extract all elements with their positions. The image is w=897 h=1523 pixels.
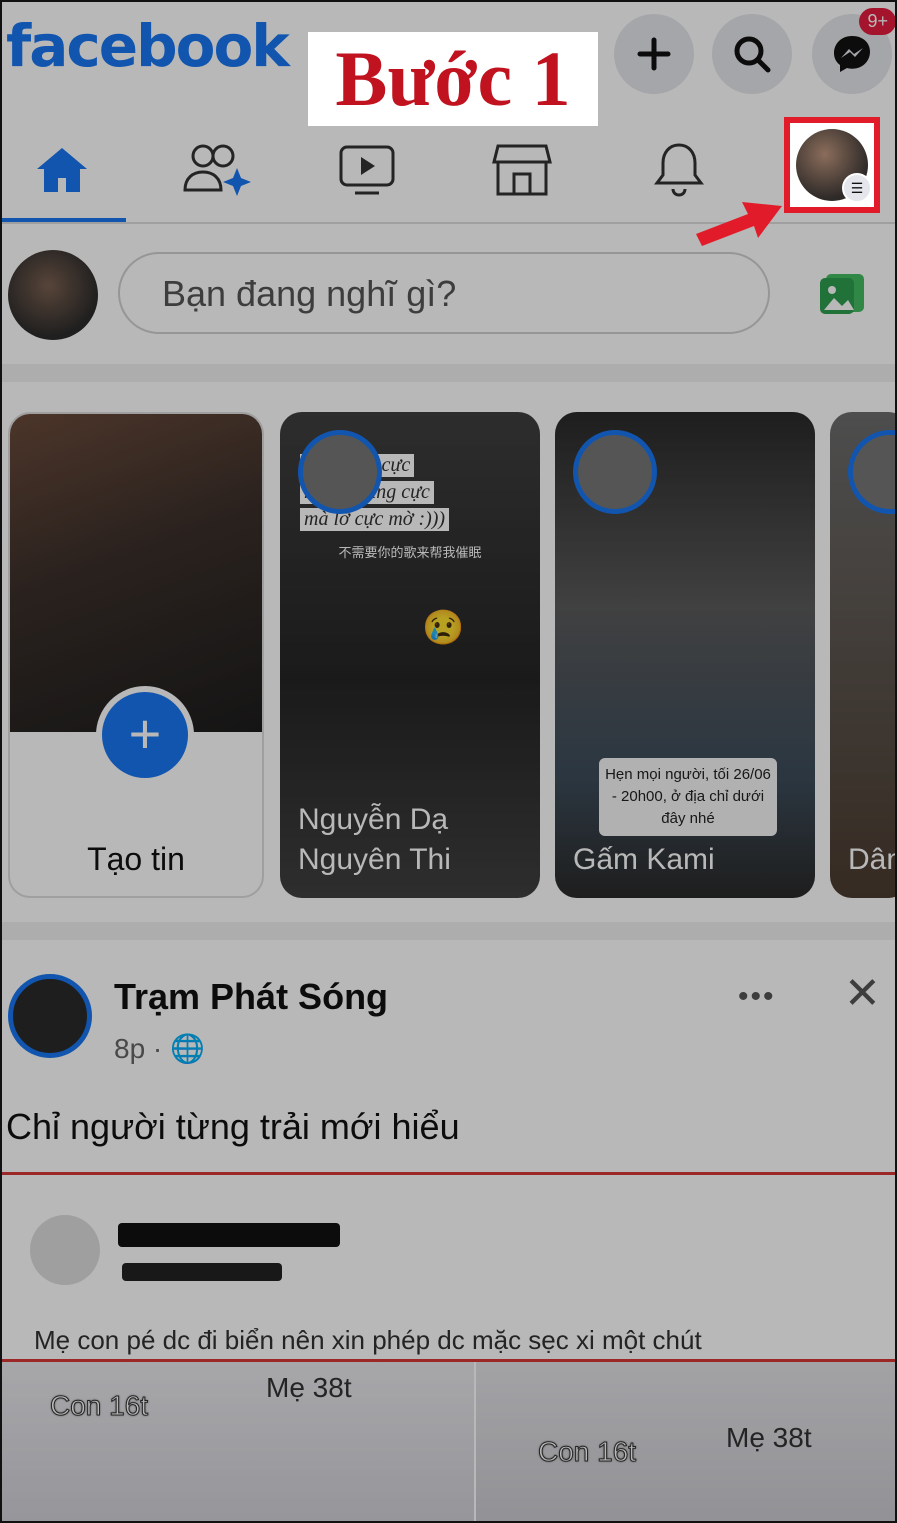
shared-author-avatar xyxy=(30,1215,100,1285)
step-label: Bước 1 xyxy=(308,32,598,126)
post-text: Chỉ người từng trải mới hiểu xyxy=(6,1106,460,1147)
tab-home[interactable] xyxy=(2,130,122,210)
redacted-meta xyxy=(122,1263,282,1281)
feed-post: Trạm Phát Sóng 8p · 🌐 ••• ✕ Chỉ người từ… xyxy=(2,940,895,1521)
create-button[interactable] xyxy=(614,14,694,94)
more-options-icon[interactable]: ••• xyxy=(738,980,776,1014)
image-tag: Con 16t xyxy=(537,1436,637,1468)
shared-post[interactable]: Mẹ con pé dc đi biển nên xin phép dc mặc… xyxy=(2,1172,895,1362)
marketplace-icon xyxy=(492,144,552,196)
redacted-name xyxy=(118,1223,340,1247)
post-image-left[interactable]: Con 16t Mẹ 38t xyxy=(2,1362,474,1521)
tab-watch[interactable] xyxy=(307,130,427,210)
story-avatar-ring xyxy=(298,430,382,514)
add-story-icon[interactable]: + xyxy=(96,686,194,784)
story-card[interactable]: Hẹn mọi người, tối 26/06 - 20h00, ở địa … xyxy=(555,412,815,898)
search-icon xyxy=(734,36,771,73)
annotation-arrow-icon xyxy=(696,202,782,246)
post-meta: 8p · 🌐 xyxy=(114,1032,205,1065)
bell-icon xyxy=(654,143,704,197)
post-image-right[interactable]: Con 16t Mẹ 38t xyxy=(476,1362,895,1521)
image-tag: Con 16t xyxy=(49,1390,149,1422)
messenger-button[interactable]: 9+ xyxy=(812,8,895,94)
facebook-logo[interactable]: facebook xyxy=(6,12,290,80)
post-author[interactable]: Trạm Phát Sóng xyxy=(114,976,388,1018)
profile-avatar: ☰ xyxy=(796,129,872,203)
photo-icon[interactable] xyxy=(818,272,866,316)
tab-marketplace[interactable] xyxy=(462,130,582,210)
shared-post-text: Mẹ con pé dc đi biển nên xin phép dc mặc… xyxy=(34,1325,702,1355)
plus-icon xyxy=(637,37,671,71)
story-avatar-ring xyxy=(848,430,895,514)
status-input[interactable]: Bạn đang nghĩ gì? xyxy=(118,252,770,334)
friends-icon xyxy=(183,144,251,196)
screen: facebook 9+ Bước 1 ☰ Bạn đang nghĩ gì? +… xyxy=(0,0,897,1523)
active-tab-indicator xyxy=(2,218,126,222)
image-tag: Mẹ 38t xyxy=(726,1422,812,1453)
create-story-card[interactable]: + Tạo tin xyxy=(8,412,264,898)
post-time: 8p · xyxy=(114,1033,163,1064)
messenger-badge: 9+ xyxy=(859,8,895,35)
create-story-label: Tạo tin xyxy=(87,841,185,877)
story-caption: Hẹn mọi người, tối 26/06 - 20h00, ở địa … xyxy=(599,758,777,836)
story-caption: 不需要你的歌来帮我催眠 xyxy=(338,545,482,560)
menu-icon: ☰ xyxy=(842,173,872,203)
messenger-icon xyxy=(834,36,870,72)
globe-icon: 🌐 xyxy=(170,1033,205,1064)
video-icon xyxy=(339,145,395,195)
user-avatar[interactable] xyxy=(8,250,98,340)
stories-row: + Tạo tin cũng cực cực m nay cũng cực mà… xyxy=(2,382,895,922)
story-author: Gấm Kami xyxy=(573,843,715,876)
story-card[interactable]: Dân xyxy=(830,412,895,898)
story-avatar-ring xyxy=(573,430,657,514)
crying-emoji-icon: 😢 xyxy=(422,609,465,647)
home-icon xyxy=(37,148,87,192)
story-author: Dân xyxy=(848,843,895,876)
story-card[interactable]: cũng cực cực m nay cũng cực mà lỡ cực mờ… xyxy=(280,412,540,898)
image-tag: Mẹ 38t xyxy=(266,1372,352,1403)
close-icon[interactable]: ✕ xyxy=(844,968,881,1019)
tab-menu[interactable]: ☰ xyxy=(784,117,880,213)
create-story-photo xyxy=(10,414,262,732)
page-avatar[interactable] xyxy=(8,974,92,1058)
tab-friends[interactable] xyxy=(157,130,277,210)
search-button[interactable] xyxy=(712,14,792,94)
story-author: Nguyễn Dạ Nguyên Thi xyxy=(298,803,451,876)
